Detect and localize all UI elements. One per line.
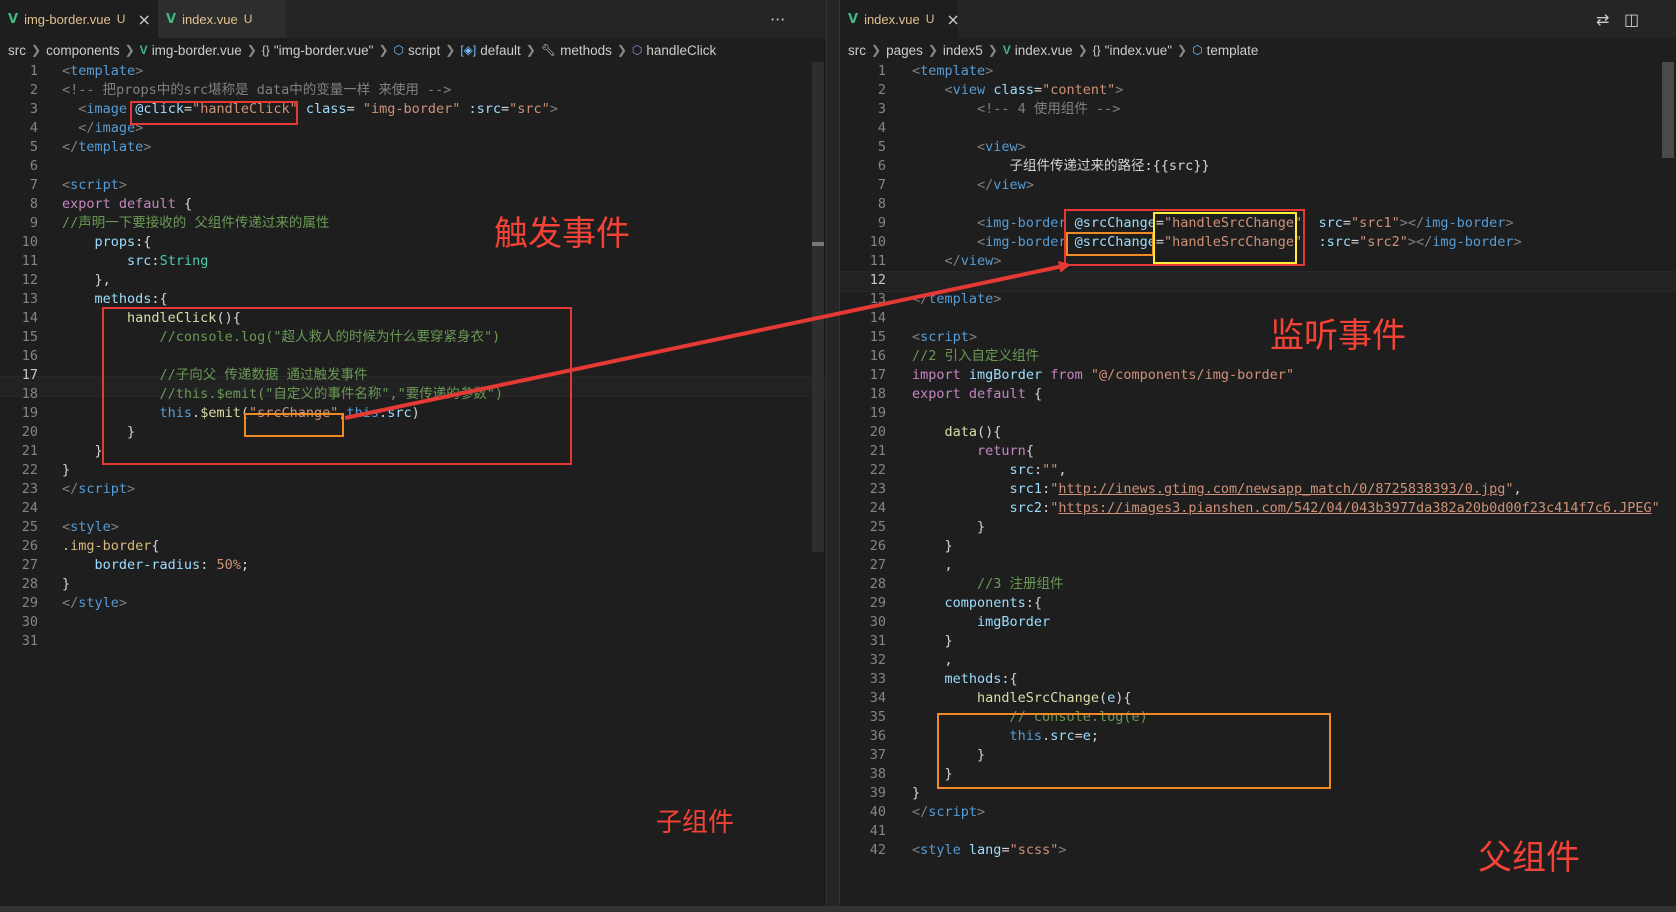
annotation-parent-component: 父组件 bbox=[1478, 838, 1580, 878]
annotation-arrow bbox=[344, 260, 1071, 420]
annotation-listen-event: 监听事件 bbox=[1270, 316, 1406, 356]
annotation-child-component: 子组件 bbox=[656, 808, 735, 838]
annotation-trigger-event: 触发事件 bbox=[494, 214, 630, 254]
status-bar bbox=[0, 906, 1676, 912]
